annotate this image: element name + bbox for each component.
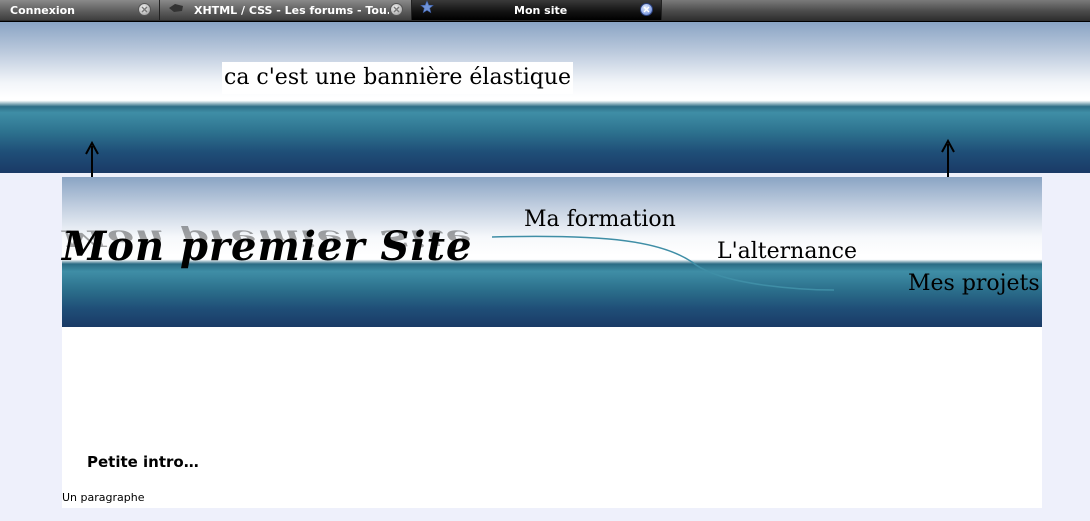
tab-label: Mon site <box>514 3 568 17</box>
tab-mon-site[interactable]: Mon site <box>412 0 662 20</box>
tab-label: Connexion <box>10 3 76 17</box>
tab-forums[interactable]: XHTML / CSS - Les forums - Tou... <box>160 0 412 20</box>
site-header: Mon premier Site Mon premier Site Ma for… <box>62 177 1042 327</box>
close-icon[interactable] <box>390 3 403 16</box>
star-icon <box>420 0 434 21</box>
paragraph: Un paragraphe <box>62 491 145 504</box>
elastic-banner: ca c'est une bannière élastique <box>0 22 1090 173</box>
site-title: Mon premier Site <box>62 223 473 270</box>
tab-label: XHTML / CSS - Les forums - Tou... <box>194 3 389 17</box>
close-icon[interactable] <box>138 3 151 16</box>
intro-heading: Petite intro… <box>87 453 199 471</box>
nav-ma-formation[interactable]: Ma formation <box>524 206 676 234</box>
close-icon[interactable] <box>640 3 653 16</box>
tab-connexion[interactable]: Connexion <box>0 0 160 20</box>
nav-mes-projets[interactable]: Mes projets <box>908 270 1040 298</box>
nav-alternance[interactable]: L'alternance <box>717 238 857 266</box>
banner-caption: ca c'est une bannière élastique <box>222 62 574 94</box>
forum-favicon-icon <box>168 0 184 20</box>
browser-tab-bar: Connexion XHTML / CSS - Les forums - Tou… <box>0 0 1090 22</box>
page-content: Mon premier Site Mon premier Site Ma for… <box>62 177 1042 508</box>
